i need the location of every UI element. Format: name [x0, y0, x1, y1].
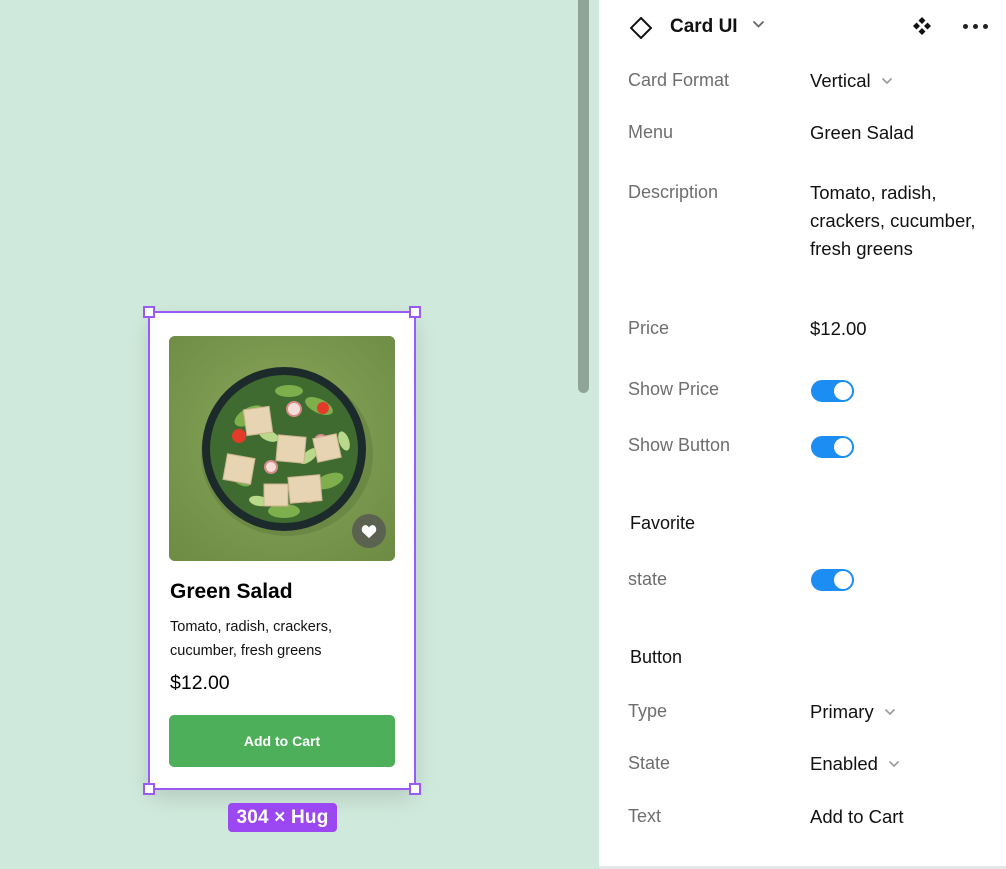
- resize-handle-top-left[interactable]: [143, 306, 155, 318]
- card-format-dropdown[interactable]: Vertical: [810, 70, 893, 92]
- panel-header: Card UI: [599, 0, 1006, 54]
- price-label: Price: [628, 318, 670, 338]
- button-type-label: Type: [628, 701, 668, 721]
- button-text-value[interactable]: Add to Cart: [810, 806, 904, 828]
- card-format-value: Vertical: [810, 70, 871, 91]
- menu-value[interactable]: Green Salad: [810, 122, 914, 144]
- component-name[interactable]: Card UI: [670, 16, 738, 38]
- favorite-state-label: state: [628, 569, 668, 589]
- show-button-toggle[interactable]: [811, 436, 854, 458]
- resize-handle-bottom-right[interactable]: [409, 783, 421, 795]
- chevron-down-icon: [881, 77, 892, 85]
- button-state-dropdown[interactable]: Enabled: [810, 753, 900, 775]
- chevron-down-icon: [884, 708, 895, 716]
- button-text-label: Text: [628, 806, 662, 826]
- canvas-scrollbar[interactable]: [578, 0, 589, 393]
- button-type-value: Primary: [810, 701, 874, 722]
- button-section-title: Button: [630, 647, 683, 667]
- card-price: $12.00: [170, 672, 230, 694]
- card-format-label: Card Format: [628, 70, 730, 90]
- chevron-down-icon: [888, 760, 899, 768]
- salad-image: [169, 336, 395, 561]
- menu-label: Menu: [628, 122, 674, 142]
- show-button-label: Show Button: [628, 435, 731, 455]
- component-icon: [630, 17, 652, 39]
- properties-panel: Card UI Card Format Vertical Menu Green …: [599, 0, 1006, 866]
- add-to-cart-button[interactable]: Add to Cart: [169, 715, 395, 767]
- design-canvas[interactable]: Green Salad Tomato, radish, crackers, cu…: [0, 0, 599, 869]
- favorite-state-toggle[interactable]: [811, 569, 854, 591]
- resize-handle-top-right[interactable]: [409, 306, 421, 318]
- resize-handle-bottom-left[interactable]: [143, 783, 155, 795]
- favorite-button[interactable]: [352, 514, 386, 548]
- price-value[interactable]: $12.00: [810, 318, 867, 340]
- favorite-section-title: Favorite: [630, 513, 696, 533]
- button-state-label: State: [628, 753, 671, 773]
- button-type-dropdown[interactable]: Primary: [810, 701, 896, 723]
- description-label: Description: [628, 182, 719, 202]
- more-icon[interactable]: [963, 24, 988, 29]
- dimension-label: 304 × Hug: [228, 803, 337, 832]
- chevron-down-icon[interactable]: [752, 20, 765, 29]
- card-description: Tomato, radish, crackers, cucumber, fres…: [170, 619, 332, 659]
- description-value[interactable]: Tomato, radish, crackers, cucumber, fres…: [810, 179, 980, 263]
- card-title: Green Salad: [170, 580, 293, 603]
- show-price-toggle[interactable]: [811, 380, 854, 402]
- card-component[interactable]: Green Salad Tomato, radish, crackers, cu…: [149, 312, 415, 790]
- heart-icon: [361, 524, 377, 538]
- show-price-label: Show Price: [628, 379, 720, 399]
- variants-icon[interactable]: [912, 16, 932, 36]
- button-state-value: Enabled: [810, 753, 878, 774]
